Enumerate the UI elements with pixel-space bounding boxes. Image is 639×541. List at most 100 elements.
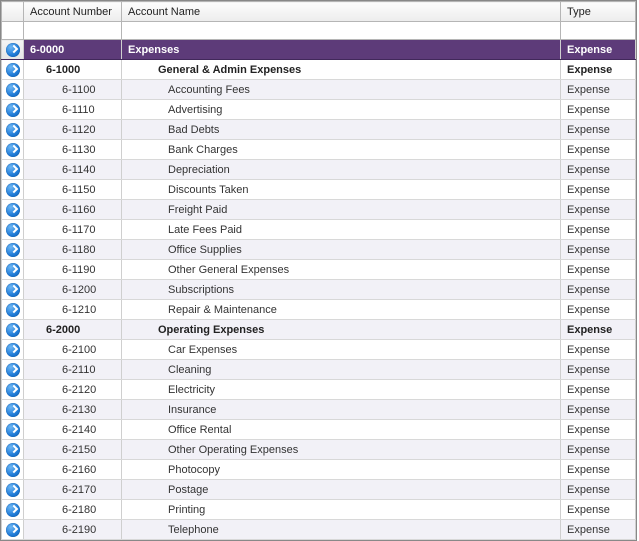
arrow-right-icon — [6, 323, 20, 337]
row-open-button[interactable] — [2, 420, 24, 440]
table-row[interactable]: 6-2120ElectricityExpense — [2, 380, 636, 400]
account-name-cell: Discounts Taken — [122, 180, 561, 200]
table-row[interactable]: 6-2170PostageExpense — [2, 480, 636, 500]
row-open-button[interactable] — [2, 380, 24, 400]
arrow-right-icon — [6, 423, 20, 437]
arrow-right-icon — [6, 63, 20, 77]
row-open-button[interactable] — [2, 180, 24, 200]
row-open-button[interactable] — [2, 200, 24, 220]
row-open-button[interactable] — [2, 80, 24, 100]
row-open-button[interactable] — [2, 360, 24, 380]
account-number-cell: 6-2130 — [24, 400, 122, 420]
account-name-cell: Cleaning — [122, 360, 561, 380]
row-open-button[interactable] — [2, 500, 24, 520]
account-name-cell: Other Operating Expenses — [122, 440, 561, 460]
row-open-button[interactable] — [2, 440, 24, 460]
table-row[interactable]: 6-2130InsuranceExpense — [2, 400, 636, 420]
table-row[interactable]: 6-1180Office SuppliesExpense — [2, 240, 636, 260]
account-type-cell: Expense — [561, 80, 636, 100]
row-open-button[interactable] — [2, 280, 24, 300]
table-row[interactable]: 6-1100Accounting FeesExpense — [2, 80, 636, 100]
table-row[interactable]: 6-1210Repair & MaintenanceExpense — [2, 300, 636, 320]
table-row[interactable]: 6-2100Car ExpensesExpense — [2, 340, 636, 360]
arrow-right-icon — [6, 123, 20, 137]
arrow-right-icon — [6, 223, 20, 237]
header-type[interactable]: Type — [561, 2, 636, 22]
account-number-cell: 6-1000 — [24, 60, 122, 80]
row-open-button[interactable] — [2, 340, 24, 360]
account-name-cell: Advertising — [122, 100, 561, 120]
table-row[interactable]: 6-2150Other Operating ExpensesExpense — [2, 440, 636, 460]
row-open-button[interactable] — [2, 100, 24, 120]
account-type-cell: Expense — [561, 520, 636, 540]
arrow-right-icon — [6, 463, 20, 477]
table-row[interactable]: 6-1190Other General ExpensesExpense — [2, 260, 636, 280]
table-row[interactable]: 6-2140Office RentalExpense — [2, 420, 636, 440]
row-open-button[interactable] — [2, 160, 24, 180]
row-open-button[interactable] — [2, 320, 24, 340]
table-row[interactable]: 6-2000Operating ExpensesExpense — [2, 320, 636, 340]
table-row[interactable]: 6-1150Discounts TakenExpense — [2, 180, 636, 200]
table-row[interactable]: 6-1120Bad DebtsExpense — [2, 120, 636, 140]
table-row[interactable]: 6-1000General & Admin ExpensesExpense — [2, 60, 636, 80]
row-open-button[interactable] — [2, 400, 24, 420]
account-type-cell: Expense — [561, 320, 636, 340]
table-row[interactable]: 6-1170Late Fees PaidExpense — [2, 220, 636, 240]
header-account-name[interactable]: Account Name — [122, 2, 561, 22]
header-account-number[interactable]: Account Number — [24, 2, 122, 22]
account-type-cell: Expense — [561, 260, 636, 280]
account-type-cell: Expense — [561, 460, 636, 480]
table-row[interactable]: 6-2190TelephoneExpense — [2, 520, 636, 540]
row-open-button[interactable] — [2, 60, 24, 80]
arrow-right-icon — [6, 163, 20, 177]
account-number-cell: 6-1110 — [24, 100, 122, 120]
account-name-cell: Expenses — [122, 40, 561, 60]
row-open-button[interactable] — [2, 220, 24, 240]
row-open-button[interactable] — [2, 300, 24, 320]
account-number-cell: 6-2120 — [24, 380, 122, 400]
table-row[interactable]: 6-1160Freight PaidExpense — [2, 200, 636, 220]
table-row[interactable]: 6-1200SubscriptionsExpense — [2, 280, 636, 300]
arrow-right-icon — [6, 203, 20, 217]
row-open-button[interactable] — [2, 260, 24, 280]
row-open-button[interactable] — [2, 240, 24, 260]
accounts-table: Account Number Account Name Type 6-0000E… — [0, 0, 637, 541]
table-row[interactable]: 6-1130Bank ChargesExpense — [2, 140, 636, 160]
account-name-cell: Car Expenses — [122, 340, 561, 360]
filter-account-name[interactable] — [122, 22, 561, 40]
account-name-cell: Operating Expenses — [122, 320, 561, 340]
row-open-button[interactable] — [2, 120, 24, 140]
header-row: Account Number Account Name Type — [2, 2, 636, 22]
arrow-right-icon — [6, 183, 20, 197]
arrow-right-icon — [6, 363, 20, 377]
table-row[interactable]: 6-2180PrintingExpense — [2, 500, 636, 520]
account-name-cell: Repair & Maintenance — [122, 300, 561, 320]
account-type-cell: Expense — [561, 220, 636, 240]
table-row[interactable]: 6-1110AdvertisingExpense — [2, 100, 636, 120]
account-type-cell: Expense — [561, 300, 636, 320]
account-type-cell: Expense — [561, 440, 636, 460]
filter-type[interactable] — [561, 22, 636, 40]
header-blank — [2, 2, 24, 22]
row-open-button[interactable] — [2, 480, 24, 500]
row-open-button[interactable] — [2, 140, 24, 160]
account-name-cell: Printing — [122, 500, 561, 520]
account-type-cell: Expense — [561, 180, 636, 200]
table-row[interactable]: 6-2160PhotocopyExpense — [2, 460, 636, 480]
account-number-cell: 6-1100 — [24, 80, 122, 100]
account-type-cell: Expense — [561, 280, 636, 300]
arrow-right-icon — [6, 243, 20, 257]
account-number-cell: 6-2170 — [24, 480, 122, 500]
table-row[interactable]: 6-1140DepreciationExpense — [2, 160, 636, 180]
table-row[interactable]: 6-2110CleaningExpense — [2, 360, 636, 380]
table-row[interactable]: 6-0000ExpensesExpense — [2, 40, 636, 60]
filter-blank — [2, 22, 24, 40]
account-type-cell: Expense — [561, 380, 636, 400]
row-open-button[interactable] — [2, 520, 24, 540]
row-open-button[interactable] — [2, 40, 24, 60]
row-open-button[interactable] — [2, 460, 24, 480]
account-number-cell: 6-1200 — [24, 280, 122, 300]
filter-account-number[interactable] — [24, 22, 122, 40]
arrow-right-icon — [6, 303, 20, 317]
arrow-right-icon — [6, 523, 20, 537]
